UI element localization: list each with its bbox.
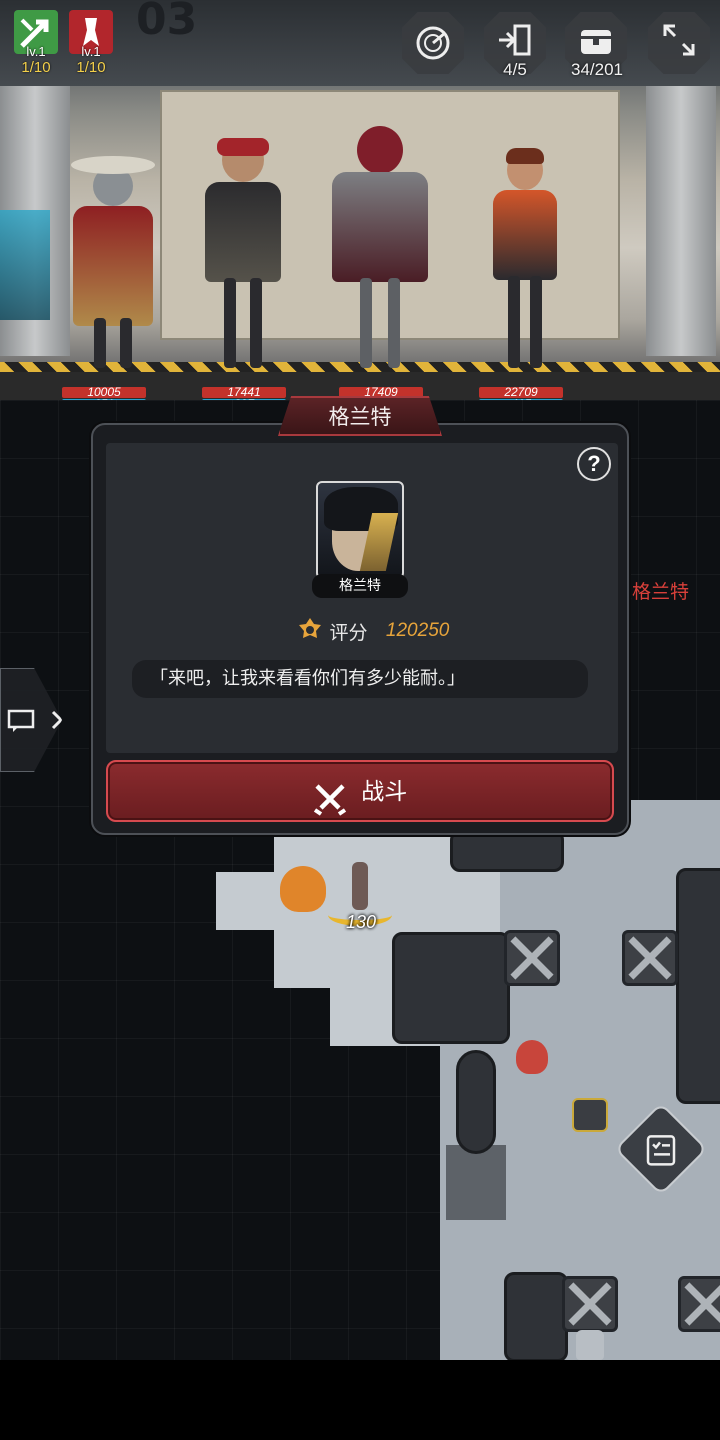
drone-icon[interactable] (572, 1098, 608, 1132)
scene-console (0, 210, 50, 320)
hero-orange-jacket-fighter[interactable] (480, 148, 570, 368)
hero-red-bandana-soldier[interactable] (190, 128, 296, 368)
exit-door-icon (499, 24, 531, 56)
portrait-name: 格兰特 (312, 574, 408, 598)
map-capsule (456, 1050, 496, 1154)
inventory-count: 34/201 (571, 60, 623, 79)
player-marker-icon (352, 862, 368, 910)
lock-icon (576, 1330, 604, 1360)
fight-label: 战斗 (361, 779, 408, 805)
map-machine (392, 932, 510, 1044)
map-machine (676, 868, 720, 1104)
elite-enemy-skull-icon[interactable] (280, 866, 326, 912)
badge-count: 1/10 (21, 59, 51, 76)
enemy-skull-icon[interactable] (516, 1040, 548, 1074)
map-crate (678, 1276, 720, 1332)
stage-level-number: 130 (345, 912, 377, 932)
boss-quote: 「来吧，让我来看看你们有多少能耐。」 (132, 660, 588, 698)
map-crate (562, 1276, 618, 1332)
chat-icon (7, 709, 62, 732)
badge-count: 1/10 (76, 59, 106, 76)
score-row: 评分 120250 (297, 616, 449, 648)
expand-icon (663, 24, 695, 56)
bottom-black-bar (0, 1360, 720, 1440)
dialog-title: 格兰特 (278, 396, 442, 436)
map-crate (504, 930, 560, 986)
wall-sign: 03 (136, 0, 198, 45)
radar-button[interactable] (402, 12, 464, 74)
scene-pillar-right (646, 86, 716, 356)
danger-level-badge[interactable]: lv.1 1/10 (68, 10, 114, 76)
badge-level: lv.1 (26, 44, 46, 59)
boss-portrait (316, 481, 404, 579)
floor-tile[interactable] (446, 1145, 506, 1220)
exit-count: 4/5 (503, 60, 527, 79)
team-level-badge[interactable]: lv.1 1/10 (13, 10, 59, 76)
fight-button[interactable]: 战斗 (106, 760, 614, 822)
crossed-swords-icon (313, 784, 346, 816)
map-machine (504, 1272, 568, 1362)
score-value: 120250 (385, 620, 450, 641)
score-label: 评分 (329, 621, 368, 644)
radar-icon (416, 26, 450, 60)
hero-crimson-cyborg[interactable] (320, 118, 440, 368)
map-crate (622, 930, 678, 986)
checklist-icon (646, 1135, 676, 1166)
help-button[interactable]: ? (577, 447, 611, 481)
chest-icon (581, 30, 611, 54)
score-medal-icon (299, 618, 321, 638)
floor-tile[interactable] (216, 872, 276, 930)
badge-level: lv.1 (81, 44, 101, 59)
expand-button[interactable] (648, 12, 710, 74)
hero-heavy-gunner[interactable] (58, 148, 168, 368)
map-machine (450, 830, 564, 872)
